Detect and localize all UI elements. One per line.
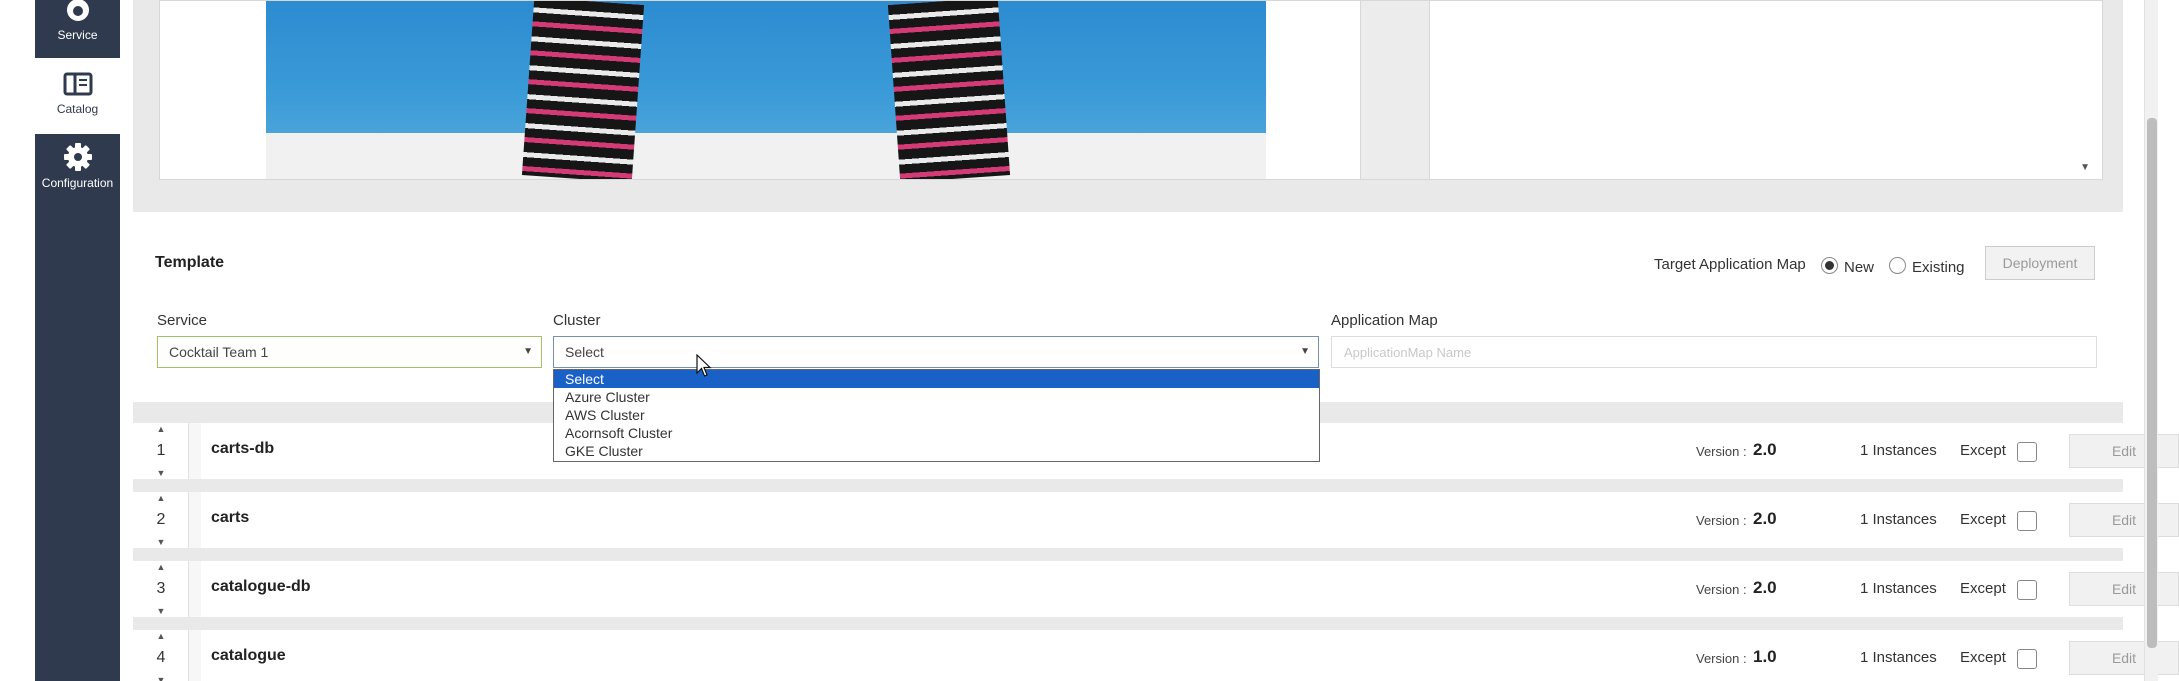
vertical-scrollbar[interactable] <box>2144 0 2158 681</box>
edit-button[interactable]: Edit <box>2069 572 2179 606</box>
photo-ledge <box>266 133 1266 179</box>
version-label: Version : <box>1696 513 1747 528</box>
version-value: 2.0 <box>1753 578 1777 597</box>
row-number: 3 <box>156 580 166 597</box>
row-content: carts Version : 2.0 1 Instances Except E… <box>201 492 2179 548</box>
except-checkbox[interactable] <box>2017 580 2037 600</box>
cluster-dropdown-list: Select Azure Cluster AWS Cluster Acornso… <box>553 369 1320 462</box>
preview-divider <box>1360 1 1430 179</box>
instances-count: 1 Instances <box>1860 649 1937 666</box>
cloud-icon <box>66 0 89 21</box>
app-root: Service Catalog Configuration ▼ Template… <box>0 0 2179 681</box>
version-label: Version : <box>1696 444 1747 459</box>
photo-background <box>266 1 1266 133</box>
row-content: catalogue-db Version : 2.0 1 Instances E… <box>201 561 2179 617</box>
sidebar-item-label: Configuration <box>41 176 114 190</box>
row-order-cell: ▲ 3 ▼ <box>133 561 189 617</box>
except-checkbox[interactable] <box>2017 649 2037 669</box>
radio-existing-label: Existing <box>1912 259 1965 276</box>
target-application-map-label: Target Application Map <box>1654 256 1806 273</box>
row-order-cell: ▲ 2 ▼ <box>133 492 189 548</box>
row-order-cell: ▲ 1 ▼ <box>133 423 189 479</box>
table-row: ▲ 3 ▼ catalogue-db Version : 2.0 1 Insta… <box>133 561 2179 617</box>
scrollbar-thumb[interactable] <box>2147 118 2157 648</box>
radio-new-label: New <box>1844 259 1875 276</box>
sidebar-item-label: Catalog <box>56 102 99 116</box>
service-label: Service <box>157 312 208 329</box>
row-number: 4 <box>156 649 166 666</box>
catalog-preview: ▼ <box>159 0 2103 180</box>
dropdown-option-acornsoft[interactable]: Acornsoft Cluster <box>554 424 1319 442</box>
arrow-down-icon[interactable]: ▼ <box>133 675 189 681</box>
arrow-down-icon[interactable]: ▼ <box>133 468 189 478</box>
instances-count: 1 Instances <box>1860 511 1937 528</box>
row-name: catalogue <box>211 647 286 664</box>
main-panel: ▼ Template Target Application Map New Ex… <box>133 0 2179 681</box>
sidebar-item-service[interactable]: Service <box>35 0 120 66</box>
version-value: 2.0 <box>1753 440 1777 459</box>
row-name: carts <box>211 509 250 526</box>
arrow-down-icon[interactable]: ▼ <box>133 606 189 616</box>
sidebar-item-label: Service <box>57 28 98 42</box>
arrow-down-icon[interactable]: ▼ <box>133 537 189 547</box>
cluster-select[interactable]: Select ▼ <box>553 336 1319 368</box>
except-label: Except <box>1960 442 2006 459</box>
edit-button[interactable]: Edit <box>2069 503 2179 537</box>
edit-button[interactable]: Edit <box>2069 641 2179 675</box>
template-title: Template <box>155 254 225 271</box>
radio-existing[interactable] <box>1889 257 1906 274</box>
instances-count: 1 Instances <box>1860 580 1937 597</box>
except-checkbox[interactable] <box>2017 511 2037 531</box>
mouse-cursor-icon <box>696 354 712 377</box>
version-value: 1.0 <box>1753 647 1777 666</box>
table-row: ▲ 2 ▼ carts Version : 2.0 1 Instances Ex… <box>133 492 2179 548</box>
except-label: Except <box>1960 649 2006 666</box>
radio-new[interactable] <box>1821 257 1838 274</box>
row-name: catalogue-db <box>211 578 311 595</box>
arrow-up-icon[interactable]: ▲ <box>133 631 189 641</box>
dropdown-option-gke[interactable]: GKE Cluster <box>554 442 1319 460</box>
service-select[interactable]: Cocktail Team 1 ▼ <box>157 336 542 368</box>
sock-right <box>887 1 1011 179</box>
row-content: catalogue Version : 1.0 1 Instances Exce… <box>201 630 2179 681</box>
dropdown-option-aws[interactable]: AWS Cluster <box>554 406 1319 424</box>
arrow-up-icon[interactable]: ▲ <box>133 562 189 572</box>
edit-button[interactable]: Edit <box>2069 434 2179 468</box>
dropdown-option-azure[interactable]: Azure Cluster <box>554 388 1319 406</box>
service-select-value: Cocktail Team 1 <box>169 344 269 360</box>
sidebar-item-catalog[interactable]: Catalog <box>35 58 120 134</box>
scroll-down-icon[interactable]: ▼ <box>2080 162 2090 173</box>
dropdown-option-select[interactable]: Select <box>554 370 1319 388</box>
except-checkbox[interactable] <box>2017 442 2037 462</box>
row-number: 1 <box>156 442 166 459</box>
application-map-input[interactable] <box>1331 336 2097 368</box>
sock-left <box>521 1 645 179</box>
row-name: carts-db <box>211 440 275 457</box>
cluster-select-value: Select <box>565 344 604 360</box>
application-map-label: Application Map <box>1331 312 1438 329</box>
version-value: 2.0 <box>1753 509 1777 528</box>
arrow-up-icon[interactable]: ▲ <box>133 424 189 434</box>
cluster-label: Cluster <box>553 312 601 329</box>
except-label: Except <box>1960 511 2006 528</box>
sidebar: Service Catalog Configuration <box>35 0 120 681</box>
arrow-up-icon[interactable]: ▲ <box>133 493 189 503</box>
except-label: Except <box>1960 580 2006 597</box>
deployment-button[interactable]: Deployment <box>1985 246 2095 280</box>
book-icon <box>63 72 92 96</box>
table-row: ▲ 4 ▼ catalogue Version : 1.0 1 Instance… <box>133 630 2179 681</box>
chevron-down-icon: ▼ <box>1300 346 1310 357</box>
sidebar-item-configuration[interactable]: Configuration <box>35 134 120 210</box>
instances-count: 1 Instances <box>1860 442 1937 459</box>
row-order-cell: ▲ 4 ▼ <box>133 630 189 681</box>
chevron-down-icon: ▼ <box>523 346 533 357</box>
version-label: Version : <box>1696 582 1747 597</box>
gear-icon <box>63 143 92 171</box>
version-label: Version : <box>1696 651 1747 666</box>
catalog-image <box>266 1 1266 179</box>
row-number: 2 <box>156 511 166 528</box>
